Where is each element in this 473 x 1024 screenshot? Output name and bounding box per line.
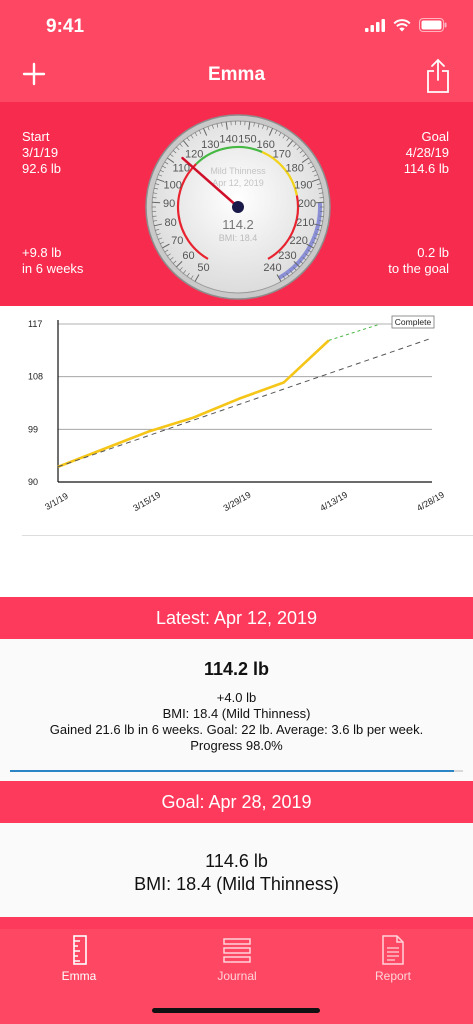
gauge-hub (232, 201, 244, 213)
latest-progress-text: Progress 98.0% (190, 738, 283, 753)
change-amount: +9.8 lb (22, 245, 62, 260)
progress-bar-fill (10, 770, 454, 772)
gauge-tick-label: 90 (163, 198, 175, 210)
gauge-category: Mild Thinness (210, 166, 266, 176)
gauge-tick-label: 60 (182, 250, 194, 262)
tab-emma-label: Emma (61, 969, 97, 983)
chart-y-tick-label: 108 (28, 372, 43, 382)
chart-background (22, 311, 450, 521)
chart-divider (22, 535, 473, 536)
latest-card[interactable]: 114.2 lb +4.0 lb BMI: 18.4 (Mild Thinnes… (0, 639, 473, 781)
cellular-signal-icon (365, 18, 385, 32)
gauge-tick-label: 220 (290, 235, 308, 247)
tab-report-label: Report (374, 969, 412, 983)
goal-label: Goal (421, 129, 449, 144)
status-icons (365, 18, 447, 32)
gauge-tick-label: 170 (273, 149, 291, 161)
navigation-bar: Emma (0, 50, 473, 102)
gauge-tick-label: 190 (294, 180, 312, 192)
remaining-info: 0.2 lb to the goal (388, 245, 449, 277)
gauge-tick-label: 100 (164, 180, 182, 192)
progress-bar (10, 770, 463, 772)
gauge-tick-label: 230 (278, 250, 296, 262)
change-info: +9.8 lb in 6 weeks (22, 245, 83, 277)
document-icon (382, 935, 404, 965)
gauge-tick-label: 180 (286, 163, 304, 175)
status-time: 9:41 (46, 16, 85, 37)
gauge-tick-label: 110 (173, 163, 191, 175)
goal-card-bmi: BMI: 18.4 (Mild Thinness) (134, 874, 339, 894)
wifi-icon (393, 18, 411, 31)
latest-weight: 114.2 lb (203, 659, 270, 679)
share-icon[interactable] (425, 58, 451, 94)
gauge-tick-label: 140 (219, 134, 237, 146)
start-date: 3/1/19 (22, 145, 59, 160)
tab-journal-label: Journal (217, 969, 257, 983)
gauge-value: 114.2 (222, 217, 254, 232)
tab-journal[interactable]: Journal (182, 935, 292, 983)
tab-report[interactable]: Report (338, 935, 448, 983)
latest-summary: Gained 21.6 lb in 6 weeks. Goal: 22 lb. … (49, 722, 424, 737)
list-icon (223, 938, 251, 963)
gauge-tick-label: 80 (165, 217, 177, 229)
home-indicator[interactable] (152, 1008, 320, 1013)
nav-title: Emma (207, 64, 266, 85)
status-bar: 9:41 (0, 0, 473, 50)
start-weight: 92.6 lb (22, 161, 62, 176)
gauge-tick-label: 150 (238, 134, 256, 146)
gauge-bmi: BMI: 18.4 (219, 233, 258, 243)
battery-icon (419, 18, 447, 32)
gauge-tick-label: 70 (171, 235, 183, 247)
change-period: in 6 weeks (22, 261, 84, 276)
goal-info: Goal 4/28/19 114.6 lb (404, 129, 449, 177)
chart-y-tick-label: 90 (28, 477, 38, 487)
chart-y-tick-label: 99 (28, 424, 38, 434)
goal-header: Goal: Apr 28, 2019 (0, 781, 473, 823)
chart-complete-badge-label: Complete (395, 317, 432, 327)
goal-weight: 114.6 lb (403, 161, 449, 176)
gauge-date: Apr 12, 2019 (212, 178, 264, 188)
weight-chart-svg: 90991081173/1/19 3/15/19 3/29/19 4/13/19 4/2… (22, 311, 450, 521)
gauge-tick-label: 130 (201, 139, 219, 151)
section-footer (0, 917, 473, 929)
start-info: Start 3/1/19 92.6 lb (22, 129, 61, 177)
gauge-tick-label: 200 (298, 198, 316, 210)
goal-card[interactable]: 114.6 lb BMI: 18.4 (Mild Thinness) (0, 823, 473, 917)
weight-gauge: 5060708090100110120130 140 150 160170180190… (145, 114, 331, 300)
gauge-tick-label: 210 (296, 217, 314, 229)
goal-date: 4/28/19 (405, 145, 449, 160)
remaining-amount: 0.2 lb (417, 245, 449, 260)
chart-y-tick-label: 117 (28, 319, 42, 329)
summary-panel: Start 3/1/19 92.6 lb Goal 4/28/19 114.6 … (0, 102, 473, 306)
latest-delta: +4.0 lb (216, 690, 257, 705)
weight-chart: 90 99 108 117 3/1/19 3/15/19 3/29/19 4/13/19 4/2… (0, 306, 473, 536)
tab-emma[interactable]: Emma (24, 935, 134, 983)
goal-card-weight: 114.6 lb (205, 851, 268, 871)
gauge-tick-label: 240 (263, 262, 281, 274)
ruler-icon (73, 935, 87, 965)
latest-header: Latest: Apr 12, 2019 (0, 597, 473, 639)
latest-bmi: BMI: 18.4 (Mild Thinness) (162, 706, 311, 721)
start-label: Start (22, 129, 50, 144)
remaining-caption: to the goal (388, 261, 449, 276)
gauge-tick-label: 50 (197, 262, 209, 274)
